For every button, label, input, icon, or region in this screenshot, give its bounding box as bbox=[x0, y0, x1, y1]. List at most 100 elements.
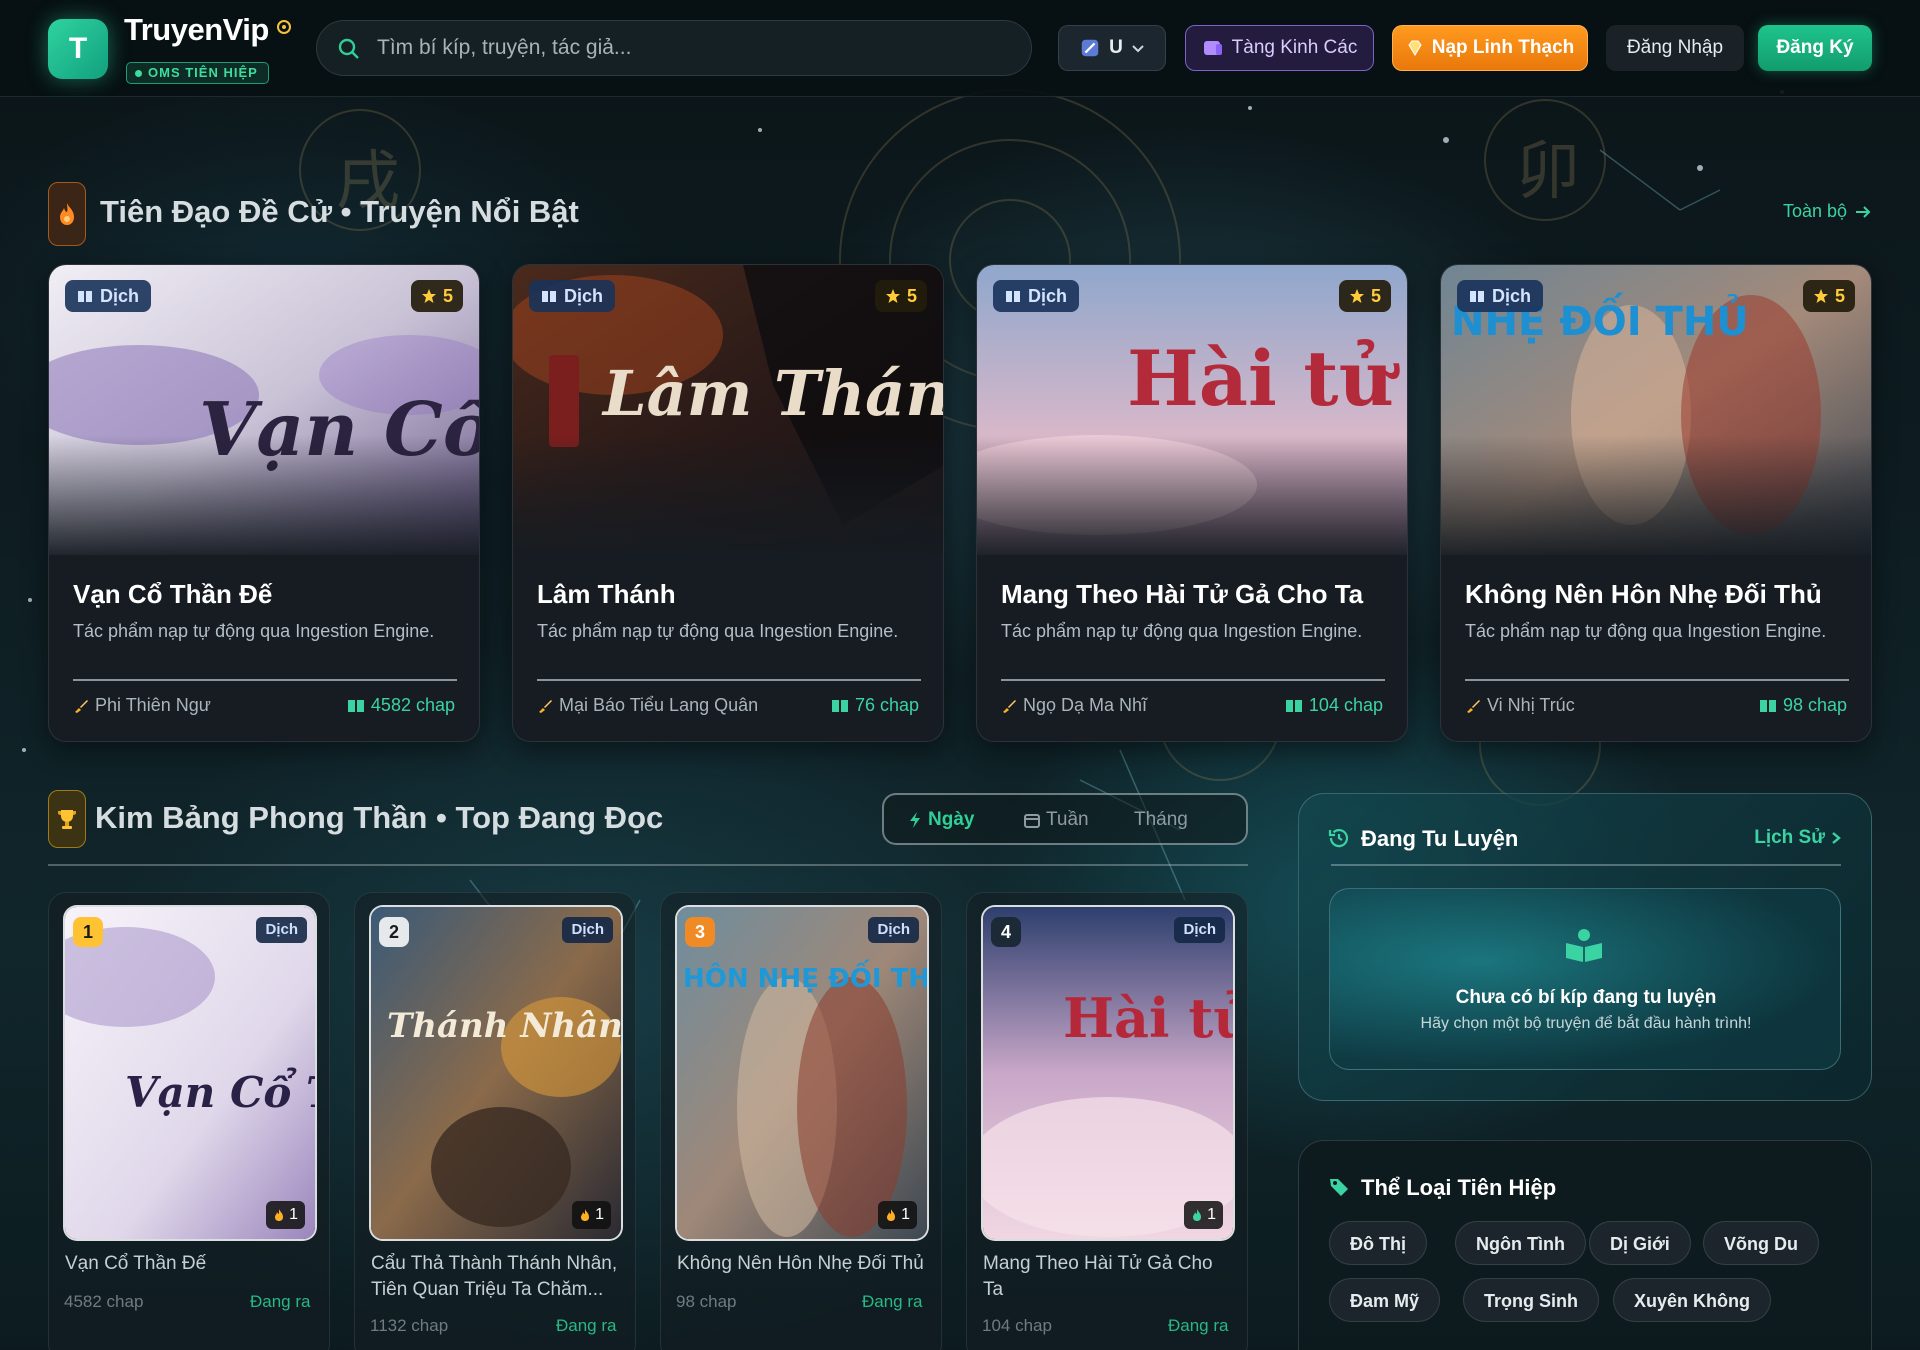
rank-badge: 4 bbox=[991, 917, 1021, 947]
ranking-card[interactable]: HÔN NHẸ ĐỐI THỦ 3 Dịch 1 Không Nên Hôn N… bbox=[660, 892, 942, 1350]
book-title[interactable]: Mang Theo Hài Tử Gả Cho Ta bbox=[1001, 579, 1391, 610]
chapter-count: 98 chap bbox=[1759, 695, 1847, 716]
login-button[interactable]: Đăng Nhập bbox=[1606, 25, 1744, 71]
genre-tag[interactable]: Võng Du bbox=[1703, 1221, 1819, 1265]
genres-panel: Thể Loại Tiên Hiệp Đô Thị Ngôn Tình Dị G… bbox=[1298, 1140, 1872, 1350]
view-all-label: Toàn bộ bbox=[1783, 201, 1848, 221]
tab-week[interactable]: Tuần bbox=[1024, 804, 1089, 836]
featured-card[interactable]: Hài tử Dịch 5 Mang Theo Hài Tử Gả Cho Ta… bbox=[976, 264, 1408, 742]
reader-count: 1 bbox=[572, 1201, 611, 1229]
reading-progress-title: Đang Tu Luyện bbox=[1361, 826, 1519, 851]
chapter-count: 104 chap bbox=[982, 1316, 1052, 1335]
book-cover: Vạn Cổ Thần Đế 1 Dịch 1 bbox=[65, 907, 315, 1239]
top-navbar: T TruyenVip OMS TIÊN HIỆP U Tàng Kinh Cá… bbox=[0, 0, 1920, 97]
open-book-icon bbox=[1566, 929, 1602, 962]
cover-fade bbox=[977, 435, 1407, 585]
card-divider bbox=[1001, 679, 1385, 681]
translation-tag: Dịch bbox=[562, 917, 613, 943]
history-link-label: Lịch Sử bbox=[1754, 827, 1825, 848]
featured-card[interactable]: Vạn Cổ Dịch 5 Vạn Cổ Thần Đế Tác phẩm nạ… bbox=[48, 264, 480, 742]
site-brand-name[interactable]: TruyenVip bbox=[124, 12, 269, 48]
background-glyph: 卯 bbox=[1516, 135, 1580, 209]
translation-tag: Dịch bbox=[993, 280, 1080, 312]
scroll-icon bbox=[1203, 41, 1222, 55]
book-title[interactable]: Lâm Thánh bbox=[537, 579, 927, 610]
chevron-right-icon bbox=[1832, 832, 1841, 844]
search-input[interactable] bbox=[377, 21, 1007, 75]
book-open-icon bbox=[78, 290, 92, 302]
tag-icon bbox=[1330, 1179, 1348, 1196]
genre-tag[interactable]: Trọng Sinh bbox=[1463, 1278, 1599, 1322]
book-title[interactable]: Vạn Cổ Thần Đế bbox=[65, 1251, 317, 1277]
tab-day[interactable]: Ngày bbox=[908, 804, 974, 836]
book-title[interactable]: Cẩu Thả Thành Thánh Nhân, Tiên Quan Triệ… bbox=[371, 1251, 623, 1303]
cover-title-text: Vạn Cổ Thần Đế bbox=[125, 1066, 315, 1117]
tab-month-label: Tháng bbox=[1134, 809, 1188, 830]
genre-tag[interactable]: Xuyên Không bbox=[1613, 1278, 1771, 1322]
library-button[interactable]: Tàng Kinh Các bbox=[1185, 25, 1374, 71]
card-divider bbox=[1465, 679, 1849, 681]
translation-tag: Dịch bbox=[256, 917, 307, 943]
search-bar bbox=[316, 20, 1032, 76]
chapter-count-value: 76 chap bbox=[854, 695, 919, 715]
fire-icon bbox=[1193, 1209, 1202, 1221]
brush-icon bbox=[1003, 699, 1016, 713]
calendar-icon bbox=[1024, 814, 1040, 828]
book-author[interactable]: Mại Báo Tiểu Lang Quân bbox=[537, 695, 758, 716]
topup-button-label: Nạp Linh Thạch bbox=[1431, 37, 1575, 58]
brush-icon bbox=[1467, 699, 1480, 713]
cover-title-text: Thánh Nhân bbox=[387, 1006, 621, 1046]
chapter-count: 4582 chap bbox=[64, 1292, 144, 1311]
history-icon bbox=[1328, 829, 1349, 848]
book-author[interactable]: Ngọ Dạ Ma Nhĩ bbox=[1001, 695, 1147, 716]
rating-badge: 5 bbox=[410, 280, 463, 312]
featured-section-icon bbox=[48, 182, 86, 246]
book-title[interactable]: Mang Theo Hài Tử Gả Cho Ta bbox=[983, 1251, 1235, 1303]
book-open-icon bbox=[1006, 290, 1020, 302]
site-logo[interactable]: T bbox=[48, 19, 108, 79]
ranking-card[interactable]: Vạn Cổ Thần Đế 1 Dịch 1 Vạn Cổ Thần Đế bbox=[48, 892, 330, 1350]
book-open-icon bbox=[542, 290, 556, 302]
rating-value: 5 bbox=[1370, 285, 1381, 306]
translation-tag: Dịch bbox=[868, 917, 919, 943]
book-icon bbox=[831, 699, 848, 712]
gem-icon bbox=[1408, 40, 1422, 56]
empty-state-title: Chưa có bí kíp đang tu luyện bbox=[1455, 987, 1717, 1008]
book-title[interactable]: Vạn Cổ Thần Đế bbox=[73, 579, 463, 610]
edition-badge-label: OMS TIÊN HIỆP bbox=[148, 65, 258, 80]
language-selector[interactable]: U bbox=[1058, 25, 1166, 71]
card-divider bbox=[73, 679, 457, 681]
genre-tag[interactable]: Ngôn Tình bbox=[1455, 1221, 1586, 1265]
book-title[interactable]: Không Nên Hôn Nhẹ Đối Thủ bbox=[1465, 579, 1855, 610]
star-icon bbox=[421, 289, 436, 303]
section-divider bbox=[48, 864, 1248, 866]
register-button[interactable]: Đăng Ký bbox=[1758, 25, 1872, 71]
genre-tag[interactable]: Dị Giới bbox=[1589, 1221, 1691, 1265]
chapter-count-value: 104 chap bbox=[1308, 695, 1383, 715]
genre-tag[interactable]: Đam Mỹ bbox=[1329, 1278, 1441, 1322]
tab-month[interactable]: Tháng bbox=[1134, 804, 1188, 836]
chapter-count: 4582 chap bbox=[347, 695, 455, 716]
topup-button[interactable]: Nạp Linh Thạch bbox=[1392, 25, 1588, 71]
featured-card[interactable]: Lâm Thánh Dịch 5 Lâm Thánh Tác phẩm nạp … bbox=[512, 264, 944, 742]
featured-card[interactable]: NHẸ ĐỐI THỦ Dịch 5 Không Nên Hôn Nhẹ Đối… bbox=[1440, 264, 1872, 742]
genre-tag[interactable]: Đô Thị bbox=[1329, 1221, 1427, 1265]
book-author[interactable]: Vi Nhị Trúc bbox=[1465, 695, 1575, 716]
fire-icon bbox=[581, 1209, 590, 1221]
cover-art: HÔN NHẸ ĐỐI THỦ bbox=[677, 907, 927, 1239]
cover-art: Vạn Cổ Thần Đế bbox=[65, 907, 315, 1239]
cover-title-text: Hài tử bbox=[1127, 334, 1400, 423]
featured-section-title: Tiên Đạo Đề Cử • Truyện Nổi Bật bbox=[100, 194, 579, 229]
rating-value: 5 bbox=[1834, 285, 1845, 306]
chapter-count: 1132 chap bbox=[370, 1316, 449, 1335]
ranking-card[interactable]: Thánh Nhân 2 Dịch 1 Cẩu Thả Thành Thánh … bbox=[354, 892, 636, 1350]
history-link[interactable]: Lịch Sử bbox=[1754, 827, 1841, 849]
status-label: Đang ra bbox=[250, 1292, 311, 1311]
ranking-card[interactable]: Hài tử 4 Dịch 1 Mang Theo Hài Tử Gả Cho … bbox=[966, 892, 1248, 1350]
book-description: Tác phẩm nạp tự động qua Ingestion Engin… bbox=[1001, 621, 1363, 641]
book-author[interactable]: Phi Thiên Ngư bbox=[73, 695, 211, 716]
rank-badge: 1 bbox=[73, 917, 103, 947]
view-all-link[interactable]: Toàn bộ bbox=[1783, 201, 1871, 222]
book-title[interactable]: Không Nên Hôn Nhẹ Đối Thủ bbox=[677, 1251, 929, 1277]
card-divider bbox=[537, 679, 921, 681]
